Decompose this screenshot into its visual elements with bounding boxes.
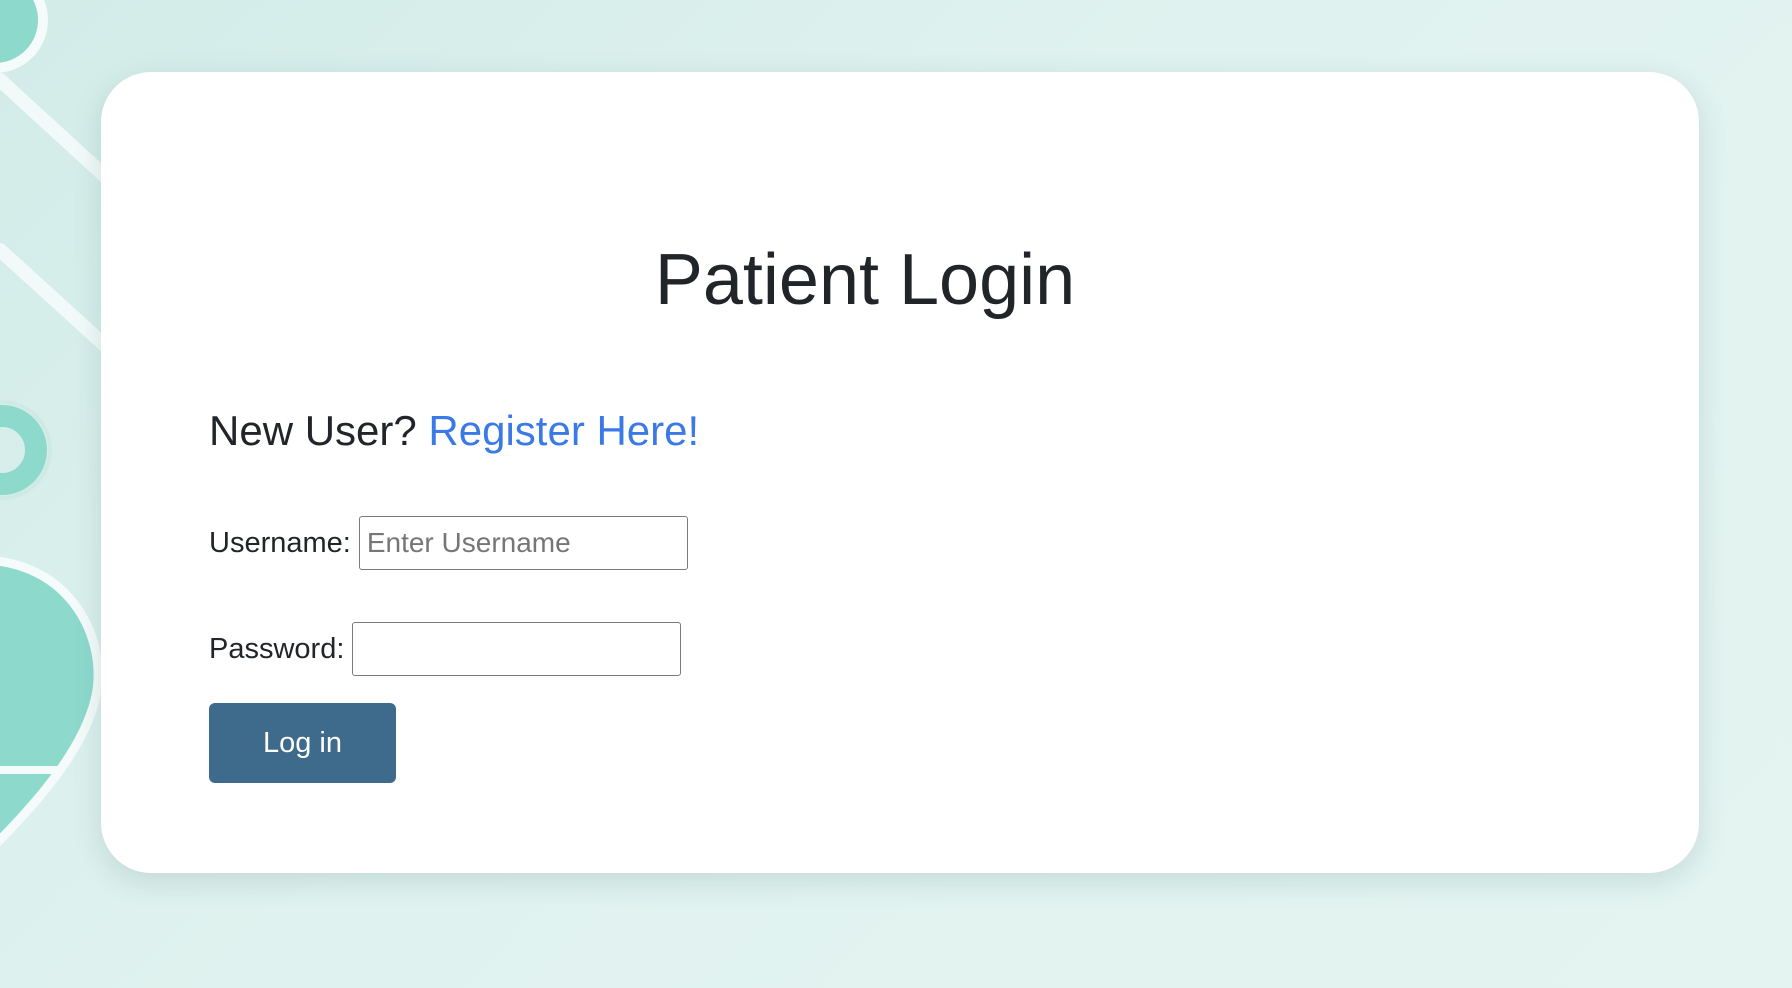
password-input[interactable] [352, 622, 682, 676]
password-label: Password: [209, 632, 345, 665]
username-row: Username: [209, 516, 688, 570]
username-input[interactable] [358, 516, 688, 570]
password-row: Password: [209, 622, 682, 676]
page-title: Patient Login [654, 240, 1076, 320]
register-link[interactable]: Register Here! [428, 407, 699, 454]
login-card: Patient Login New User? Register Here! U… [101, 72, 1699, 873]
login-button[interactable]: Log in [209, 703, 396, 783]
username-label: Username: [209, 526, 351, 559]
new-user-text: New User? [209, 407, 417, 454]
register-prompt: New User? Register Here! [209, 410, 699, 452]
